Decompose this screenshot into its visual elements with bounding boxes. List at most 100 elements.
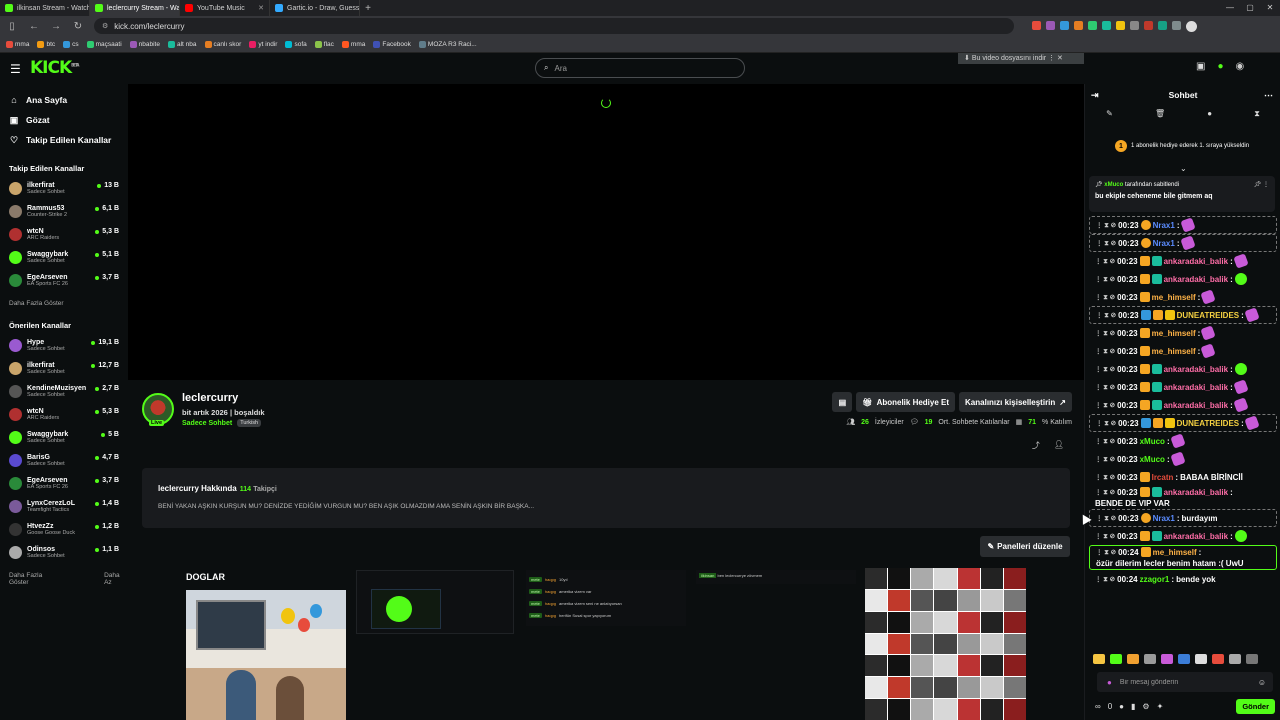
bookmark-item[interactable]: cs	[63, 40, 79, 48]
chat-message[interactable]: ⋮ ⧗ ⊘ 00:23 me_himself:	[1089, 324, 1277, 342]
chat-username[interactable]: ankaradaki_balik	[1164, 257, 1228, 266]
extension-icon[interactable]	[1060, 20, 1069, 30]
mod-actions-icon[interactable]: ⋮ ⧗ ⊘	[1095, 473, 1115, 482]
chat-username[interactable]: me_himself	[1152, 347, 1196, 356]
bookmark-item[interactable]: mma	[341, 40, 365, 48]
emote-icon[interactable]	[1093, 654, 1105, 664]
emote-icon[interactable]	[1110, 654, 1122, 664]
share-icon[interactable]: ⤴	[1032, 440, 1040, 451]
chat-username[interactable]: Ircatn	[1152, 473, 1174, 482]
user-avatar[interactable]: ◉	[1236, 61, 1245, 72]
chat-message[interactable]: ⋮ ⧗ ⊘ 00:24 zzagor1: bende yok	[1089, 570, 1277, 588]
forward-icon[interactable]: →	[50, 21, 62, 32]
chat-settings-bubble-icon[interactable]: ●	[1119, 702, 1124, 711]
tab-close-icon[interactable]: ✕	[258, 4, 264, 12]
close-window-icon[interactable]: ✕	[1260, 0, 1280, 16]
bookmark-item[interactable]: nbabite	[129, 40, 160, 48]
mod-actions-icon[interactable]: ⋮ ⧗ ⊘	[1095, 455, 1115, 464]
hourglass-icon[interactable]: ⧗	[1254, 109, 1260, 127]
chat-message[interactable]: ⋮ ⧗ ⊘ 00:23 ankaradaki_balik:	[1089, 360, 1277, 378]
chat-message[interactable]: ⋮ ⧗ ⊘ 00:23 Nrax1:	[1089, 216, 1277, 234]
sidebar-channel-item[interactable]: EgeArseven EA Sports FC 26 3,7 B	[9, 472, 121, 495]
emote-icon[interactable]	[1229, 654, 1241, 664]
mod-actions-icon[interactable]: ⋮ ⧗ ⊘	[1096, 419, 1116, 428]
bookmark-item[interactable]: canlı skor	[204, 40, 241, 48]
profile-avatar[interactable]	[1186, 20, 1197, 32]
chat-message[interactable]: ⋮ ⧗ ⊘ 00:23 Ircatn: BABAA BİRİNCİİ	[1089, 468, 1277, 486]
mod-actions-icon[interactable]: ⋮ ⧗ ⊘	[1095, 488, 1115, 497]
chat-username[interactable]: Nrax1	[1153, 221, 1175, 230]
bookmark-item[interactable]: Facebook	[373, 40, 411, 48]
extension-icon[interactable]	[1130, 20, 1139, 30]
extension-icon[interactable]	[1032, 20, 1041, 30]
mod-actions-icon[interactable]: ⋮ ⧗ ⊘	[1095, 383, 1115, 392]
pinned-actions-icon[interactable]: 📌︎ ⋮	[1254, 181, 1269, 188]
chat-username[interactable]: DUNEATREIDES	[1177, 419, 1240, 428]
extension-icon[interactable]	[1074, 20, 1083, 30]
site-info-icon[interactable]: ⚙	[102, 22, 108, 30]
chat-username[interactable]: Nrax1	[1153, 514, 1175, 523]
chat-username[interactable]: ankaradaki_balik	[1164, 365, 1228, 374]
pin-tool-icon[interactable]: ✎	[1106, 109, 1113, 127]
new-tab-button[interactable]: +	[360, 3, 376, 14]
emote-icon[interactable]	[1195, 654, 1207, 664]
chat-message[interactable]: ⋮ ⧗ ⊘ 00:23 ankaradaki_balik:	[1089, 527, 1277, 545]
browser-tab[interactable]: ilkinsan Stream - Watch Live✕	[0, 0, 90, 16]
extension-icon[interactable]	[1172, 20, 1181, 30]
mod-actions-icon[interactable]: ⋮ ⧗ ⊘	[1096, 514, 1116, 523]
chat-message[interactable]: ⋮ ⧗ ⊘ 00:24 me_himself: özür dilerim lecler…	[1089, 545, 1277, 570]
kick-logo[interactable]: KICKBETA	[30, 58, 79, 78]
chat-message[interactable]: ⋮ ⧗ ⊘ 00:23 me_himself:	[1089, 342, 1277, 360]
chat-username[interactable]: Nrax1	[1153, 239, 1175, 248]
user-settings-icon[interactable]: 👤︎	[1054, 440, 1064, 451]
bookmark-item[interactable]: btc	[37, 40, 55, 48]
chat-username[interactable]: me_himself	[1152, 329, 1196, 338]
sidebar-channel-item[interactable]: EgeArseven EA Sports FC 26 3,7 B	[9, 269, 121, 292]
chat-message[interactable]: ⋮ ⧗ ⊘ 00:23 ankaradaki_balik: BENDE DE VIP …	[1089, 486, 1277, 509]
emote-icon[interactable]	[1178, 654, 1190, 664]
trash-icon[interactable]: 🗑︎	[1155, 109, 1165, 127]
mod-actions-icon[interactable]: ⋮ ⧗ ⊘	[1096, 221, 1116, 230]
chat-message[interactable]: ⋮ ⧗ ⊘ 00:23 ankaradaki_balik:	[1089, 270, 1277, 288]
chat-message[interactable]: ⋮ ⧗ ⊘ 00:23 Nrax1:	[1089, 234, 1277, 252]
classroom-photo[interactable]	[186, 590, 346, 720]
chat-menu-icon[interactable]: ⋯	[1264, 90, 1273, 101]
chat-message[interactable]: ⋮ ⧗ ⊘ 00:23 me_himself:	[1089, 288, 1277, 306]
sidebar-channel-item[interactable]: ilkerfirat Sadece Sohbet 13 B	[9, 177, 121, 200]
browser-tab[interactable]: YouTube Music ✕	[180, 0, 270, 16]
pinned-by-user[interactable]: xMuco	[1104, 182, 1123, 188]
stream-manager-icon[interactable]: ▣	[1196, 61, 1205, 72]
emote-icon[interactable]	[1127, 654, 1139, 664]
points-icon[interactable]: ∞	[1095, 702, 1101, 711]
chat-username[interactable]: ankaradaki_balik	[1164, 488, 1228, 497]
sidebar-nav-item[interactable]: ⌂ Ana Sayfa	[9, 90, 128, 110]
chat-username[interactable]: ankaradaki_balik	[1164, 383, 1228, 392]
edit-panels-button[interactable]: ✎ Panelleri düzenle	[980, 536, 1070, 557]
show-more-link[interactable]: Daha Fazla Göster	[9, 300, 64, 307]
chat-username[interactable]: me_himself	[1153, 548, 1197, 557]
tweet-screenshot[interactable]	[356, 570, 514, 634]
mod-actions-icon[interactable]: ⋮ ⧗ ⊘	[1096, 311, 1116, 320]
gift-sub-button[interactable]: 🎁︎ Abonelik Hediye Et	[856, 392, 956, 412]
sidebar-channel-item[interactable]: KendineMuzisyen Sadece Sohbet 2,7 B	[9, 380, 121, 403]
category-link[interactable]: Sadece Sohbet	[182, 420, 232, 427]
chat-username[interactable]: xMuco	[1140, 437, 1165, 446]
url-field[interactable]: ⚙ kick.com/leclercurry	[94, 18, 1014, 34]
photo-collage[interactable]	[865, 568, 1026, 720]
mod-actions-icon[interactable]: ⋮ ⧗ ⊘	[1095, 437, 1115, 446]
chat-message[interactable]: ⋮ ⧗ ⊘ 00:23 xMuco:	[1089, 432, 1277, 450]
bookmark-item[interactable]: MOZA R3 Raci...	[418, 40, 477, 48]
extension-icon[interactable]	[1144, 20, 1153, 30]
settings-gear-icon[interactable]: ⚙	[1142, 702, 1149, 711]
extension-icon[interactable]	[1102, 20, 1111, 30]
sidebar-channel-item[interactable]: Hype Sadece Sohbet 19,1 B	[9, 334, 121, 357]
sidebar-channel-item[interactable]: wtcN ARC Raiders 5,3 B	[9, 223, 121, 246]
chat-message[interactable]: ⋮ ⧗ ⊘ 00:23 Nrax1: burdayım	[1089, 509, 1277, 527]
mod-actions-icon[interactable]: ⋮ ⧗ ⊘	[1095, 532, 1115, 541]
mod-actions-icon[interactable]: ⋮ ⧗ ⊘	[1095, 575, 1115, 584]
maximize-icon[interactable]: ▢	[1240, 0, 1260, 16]
extension-icon[interactable]	[1046, 20, 1055, 30]
browser-tab[interactable]: Gartic.io - Draw, Guess, WI✕	[270, 0, 360, 16]
browser-tab[interactable]: leclercurry Stream - Watch✕	[90, 0, 180, 16]
search-box[interactable]: ⌕	[535, 58, 745, 78]
